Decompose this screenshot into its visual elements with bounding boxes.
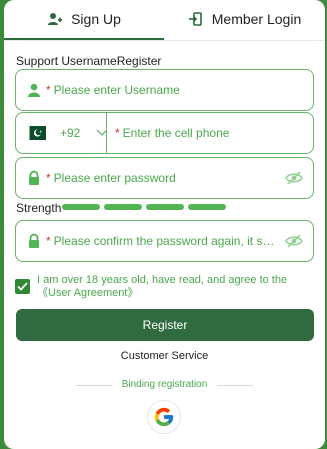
auth-tabs: Sign Up Member Login xyxy=(4,0,325,41)
signup-card: Sign Up Member Login Support UsernameReg… xyxy=(4,0,325,449)
eye-off-icon[interactable] xyxy=(285,234,303,248)
required-asterisk: * xyxy=(46,234,51,248)
user-add-icon xyxy=(47,11,63,27)
user-icon xyxy=(26,82,42,98)
country-code-select[interactable]: +92 xyxy=(15,112,108,154)
agreement-checkbox[interactable] xyxy=(15,279,30,294)
agreement-row: I am over 18 years old, have read, and a… xyxy=(15,274,315,304)
username-input[interactable]: Please enter Username xyxy=(54,83,303,97)
strength-bar xyxy=(104,204,142,210)
strength-bar xyxy=(188,204,226,210)
confirm-password-field[interactable]: * Please confirm the password again, it … xyxy=(15,220,314,262)
password-input[interactable]: Please enter password xyxy=(54,171,279,185)
phone-input[interactable]: Enter the cell phone xyxy=(123,126,313,140)
binding-registration-label: Binding registration xyxy=(121,379,208,390)
google-icon xyxy=(153,406,175,428)
required-asterisk: * xyxy=(46,171,51,185)
tab-sign-up[interactable]: Sign Up xyxy=(4,0,164,38)
agreement-text[interactable]: I am over 18 years old, have read, and a… xyxy=(37,274,315,300)
phone-row: +92 * Enter the cell phone xyxy=(15,112,314,154)
divider-line xyxy=(217,385,253,386)
check-icon xyxy=(17,282,28,291)
lock-icon xyxy=(26,233,42,249)
pakistan-flag-icon xyxy=(24,126,46,140)
strength-bar xyxy=(62,204,100,210)
required-asterisk: * xyxy=(115,126,120,140)
required-asterisk: * xyxy=(46,83,51,97)
country-code-value: +92 xyxy=(60,126,81,140)
tab-sign-up-label: Sign Up xyxy=(71,11,121,27)
phone-field[interactable]: * Enter the cell phone xyxy=(107,112,314,154)
eye-off-icon[interactable] xyxy=(285,171,303,185)
register-method-label: Support UsernameRegister xyxy=(16,54,162,68)
register-button[interactable]: Register xyxy=(16,309,314,341)
tab-member-login[interactable]: Member Login xyxy=(164,0,325,38)
strength-bar xyxy=(146,204,184,210)
google-login-button[interactable] xyxy=(147,400,181,434)
customer-service-link[interactable]: Customer Service xyxy=(4,350,325,362)
confirm-password-input[interactable]: Please confirm the password again, it sh… xyxy=(54,234,279,248)
tab-member-login-label: Member Login xyxy=(211,11,302,27)
login-icon xyxy=(188,11,204,27)
binding-registration: Binding registration xyxy=(4,379,325,393)
password-field[interactable]: * Please enter password xyxy=(15,157,314,199)
lock-icon xyxy=(26,170,42,186)
username-field[interactable]: * Please enter Username xyxy=(15,69,314,111)
tabs-divider xyxy=(4,40,325,41)
strength-label: Strength xyxy=(16,201,62,215)
